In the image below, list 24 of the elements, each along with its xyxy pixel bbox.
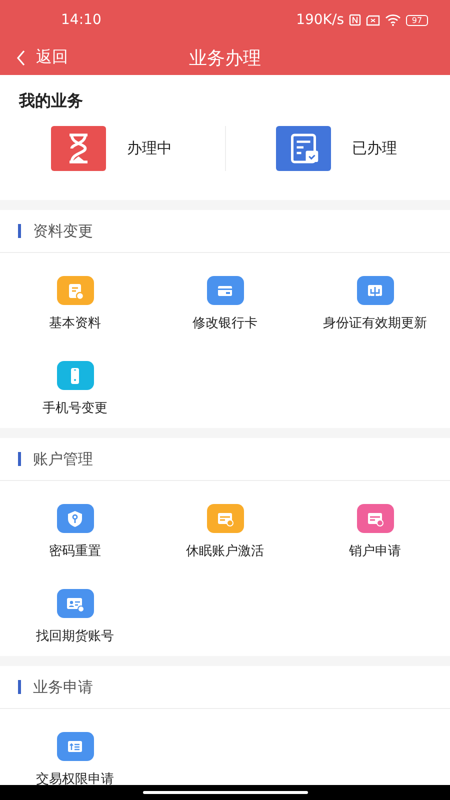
service-item[interactable]: 密码重置 [0,504,150,560]
wifi-icon [385,14,401,26]
section-header: 业务申请 [33,678,93,696]
battery-icon: 97 [406,14,428,26]
service-item[interactable]: 销户申请 [300,504,450,560]
sim-icon [366,14,380,26]
page-title: 业务办理 [189,46,261,70]
status-time: 14:10 [61,12,102,28]
back-icon [16,50,26,66]
service-item[interactable]: 找回期货账号 [0,589,150,645]
service-item[interactable]: 修改银行卡 [150,276,300,332]
service-item[interactable]: 基本资料 [0,276,150,332]
status-card[interactable]: 已办理 [225,126,450,171]
status-card[interactable]: 办理中 [0,126,225,171]
service-item[interactable]: 身份证有效期更新 [300,276,450,332]
section-header: 资料变更 [33,222,93,240]
nfc-icon [349,14,361,26]
section-header: 账户管理 [33,450,93,468]
back-button[interactable]: 返回 [16,47,68,68]
service-item[interactable]: 休眠账户激活 [150,504,300,560]
service-item[interactable]: 手机号变更 [0,361,150,417]
home-indicator[interactable] [142,791,308,794]
section-title: 我的业务 [19,91,84,112]
network-speed: 190K/s [296,12,344,28]
